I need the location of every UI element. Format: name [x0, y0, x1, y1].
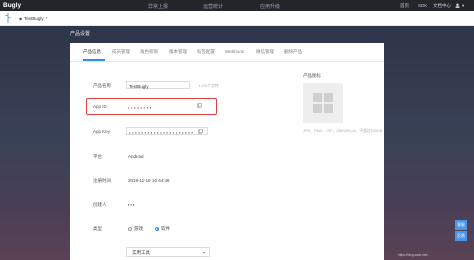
settings-tabs: 产品信息 成员管理 角色权限 版本管理 标签配置 Webhook 微信管理 删除… — [70, 43, 384, 62]
settings-panel: 产品信息 成员管理 角色权限 版本管理 标签配置 Webhook 微信管理 删除… — [70, 43, 384, 260]
app-id-label: App ID — [93, 104, 107, 109]
type-label: 类型 — [93, 226, 102, 231]
chevron-down-icon: ▾ — [202, 250, 205, 255]
app-diamond-icon: ◆ — [19, 15, 23, 21]
radio-software-label: 软件 — [161, 226, 170, 231]
watermark-url: https://blog.csdn.net/... — [398, 253, 431, 257]
chevron-down-icon[interactable]: ▾ — [462, 3, 464, 9]
creator-value: ▪ ▪ ▪ — [128, 202, 135, 207]
tab-webhook[interactable]: Webhook — [225, 49, 244, 54]
app-name: TestBugly — [24, 15, 44, 21]
product-name-counter: 1 /20个字符 — [198, 83, 219, 88]
customer-service-button[interactable]: 客服 — [455, 220, 467, 230]
app-key-label: App Key — [93, 129, 111, 134]
active-tab-indicator — [83, 59, 105, 61]
app-key-field[interactable]: • • ▪ • ▪ ▪ ▪ ▪ • ▪ • ▪ ▪ ▪ • • ▪ • ▪ ▪ … — [126, 127, 208, 135]
tab-product-info[interactable]: 产品信息 — [83, 49, 101, 55]
category-select-value: 实用工具 — [132, 250, 150, 255]
register-time-value: 2019-11-19 10:44:46 — [128, 178, 170, 183]
product-icon-hint: JPG、PNG、GIF，256*256 px，不超过200KB — [303, 129, 383, 133]
register-time-label: 注册时间 — [93, 178, 111, 183]
product-name-input[interactable]: TestBugly — [126, 81, 190, 89]
platform-value: Android — [128, 154, 144, 159]
app-id-field[interactable]: • • ▪ ▪ • ▪ ▪ ▪ — [126, 102, 208, 110]
product-name-value: TestBugly — [129, 83, 149, 89]
user-avatar[interactable] — [455, 3, 460, 9]
platform-label: 平台 — [93, 154, 102, 159]
app-key-value: • • ▪ • ▪ ▪ ▪ ▪ • ▪ • ▪ ▪ ▪ • • ▪ • ▪ ▪ … — [129, 129, 194, 135]
bugly-tree-icon — [5, 13, 11, 23]
nav-docs[interactable]: 文档中心 — [433, 3, 451, 9]
nav-sdk[interactable]: SDK — [418, 3, 427, 8]
nav-home[interactable]: 首页 — [400, 3, 409, 9]
radio-game-label: 游戏 — [134, 226, 143, 231]
nav-operation-stats[interactable]: 运营统计 — [203, 3, 223, 10]
product-name-label: 产品名称 — [93, 83, 111, 88]
floating-help-buttons: 客服 反馈 — [455, 220, 467, 242]
radio-game[interactable] — [128, 226, 132, 231]
tab-delete-product[interactable]: 删除产品 — [284, 49, 302, 55]
tab-wechat[interactable]: 微信管理 — [256, 49, 274, 55]
nav-crash-report[interactable]: 异常上报 — [148, 3, 168, 10]
chevron-down-icon: ▾ — [45, 16, 48, 20]
tab-tags[interactable]: 标签配置 — [197, 49, 215, 55]
copy-icon[interactable] — [198, 129, 203, 134]
tab-roles[interactable]: 角色权限 — [140, 49, 158, 55]
top-nav-bar: Bugly 异常上报 运营统计 应用升级 首页 SDK 文档中心 ▾ — [0, 0, 474, 11]
nav-app-upgrade[interactable]: 应用升级 — [260, 3, 280, 10]
image-placeholder-icon — [313, 93, 333, 113]
app-selector-bar: ◆ TestBugly ▾ — [0, 11, 474, 26]
creator-label: 创建人 — [93, 202, 107, 207]
app-id-value: • • ▪ ▪ • ▪ ▪ ▪ — [128, 104, 152, 110]
tab-members[interactable]: 成员管理 — [112, 49, 130, 55]
copy-icon[interactable] — [197, 103, 202, 108]
feedback-button[interactable]: 反馈 — [455, 231, 467, 241]
app-switcher[interactable]: ◆ TestBugly ▾ — [16, 14, 50, 22]
product-icon-upload[interactable] — [303, 83, 343, 123]
tab-versions[interactable]: 版本管理 — [169, 49, 187, 55]
bugly-logo[interactable]: Bugly — [3, 2, 21, 9]
category-select[interactable]: 实用工具 ▾ — [126, 247, 210, 257]
radio-software[interactable] — [155, 226, 159, 231]
page-title: 产品设置 — [70, 31, 91, 37]
product-icon-title: 产品图标 — [303, 73, 321, 78]
